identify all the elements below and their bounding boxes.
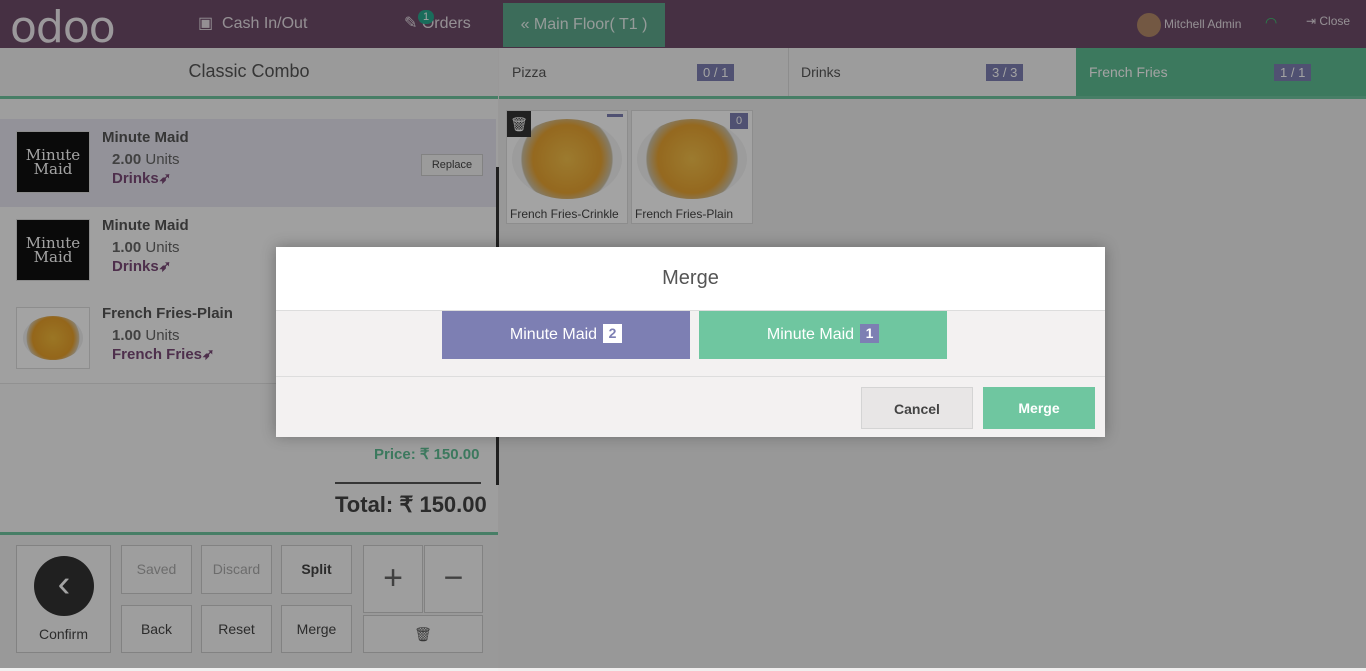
dialog-title: Merge bbox=[276, 247, 1105, 311]
merge-option[interactable]: Minute Maid 1 bbox=[699, 311, 947, 359]
option-count: 2 bbox=[603, 324, 623, 343]
option-count: 1 bbox=[860, 324, 880, 343]
dialog-footer: Cancel Merge bbox=[276, 376, 1105, 437]
cancel-button[interactable]: Cancel bbox=[861, 387, 973, 429]
merge-confirm-button[interactable]: Merge bbox=[983, 387, 1095, 429]
merge-option[interactable]: Minute Maid 2 bbox=[442, 311, 690, 359]
merge-dialog: Merge Minute Maid 2 Minute Maid 1 Cancel M… bbox=[276, 247, 1105, 437]
